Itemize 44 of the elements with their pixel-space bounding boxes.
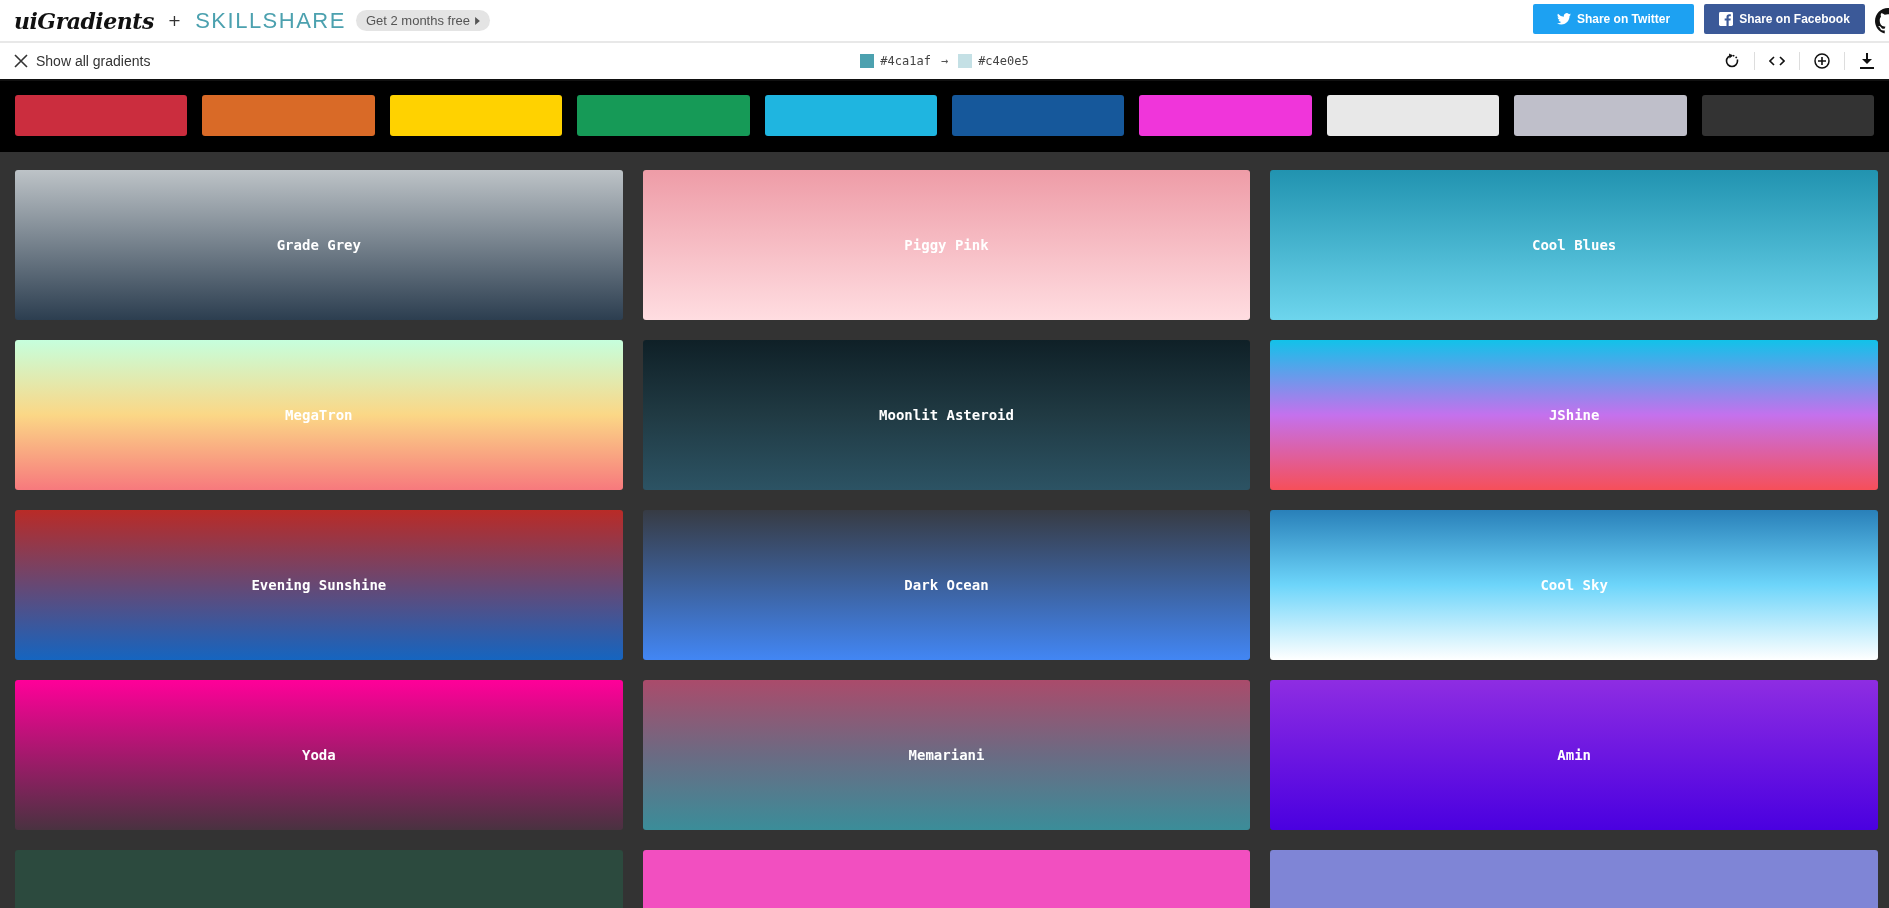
add-icon[interactable]: [1814, 53, 1830, 69]
gradient-name: Dark Ocean: [904, 577, 989, 593]
gradient-card[interactable]: Grade Grey: [15, 170, 623, 320]
gradient-card[interactable]: Yoda: [15, 680, 623, 830]
facebook-share-button[interactable]: Share on Facebook: [1704, 3, 1865, 34]
download-icon[interactable]: [1859, 53, 1875, 69]
color-filter[interactable]: [1326, 95, 1500, 136]
arrow: →: [940, 54, 949, 68]
bird-icon: [1556, 11, 1571, 26]
color-filter[interactable]: [1514, 95, 1687, 136]
gradient-card[interactable]: Memariani: [642, 680, 1251, 830]
close-icon: [14, 54, 28, 68]
f-icon: [1719, 11, 1734, 26]
gradient-card[interactable]: Amin: [1270, 680, 1878, 830]
color-filter[interactable]: [1701, 95, 1875, 136]
plus-sign: +: [167, 11, 182, 30]
caret-icon: [475, 16, 480, 25]
color-filter[interactable]: [577, 95, 750, 136]
gradient-card[interactable]: Dark Ocean: [642, 510, 1251, 660]
gradient-name: JShine: [1548, 407, 1600, 423]
gradient-name: Evening Sunshine: [251, 577, 387, 593]
color-filter[interactable]: [202, 95, 375, 136]
gradient-card[interactable]: Evening Sunshine: [15, 510, 623, 660]
hex-code: #c4e0e5: [978, 54, 1029, 68]
gradient-name: Cool Sky: [1540, 577, 1608, 593]
gradient-name: Grade Grey: [276, 237, 361, 253]
color-filter[interactable]: [1139, 95, 1312, 136]
gradient-name: Moonlit Asteroid: [879, 407, 1014, 423]
gradient-name: MegaTron: [285, 407, 353, 423]
gradient-name: Yoda: [301, 747, 336, 763]
gradient-card[interactable]: Moonlit Asteroid: [642, 340, 1251, 490]
show-all-link[interactable]: Show all gradients: [14, 53, 151, 69]
hex-code: #4ca1af: [880, 54, 931, 68]
gradient-name: Cool Blues: [1532, 237, 1617, 253]
promo-button[interactable]: Get 2 months free: [355, 10, 490, 31]
color-filter[interactable]: [15, 95, 188, 136]
color-filter[interactable]: [952, 95, 1125, 136]
color-filter[interactable]: [764, 95, 938, 136]
gradient-name: Piggy Pink: [904, 237, 989, 253]
rotate-icon[interactable]: [1724, 53, 1740, 69]
gradient-name: Amin: [1557, 747, 1591, 763]
color-filter[interactable]: [389, 95, 563, 136]
gradient-name: Memariani: [908, 747, 985, 763]
logo[interactable]: uiGradients: [14, 7, 154, 34]
